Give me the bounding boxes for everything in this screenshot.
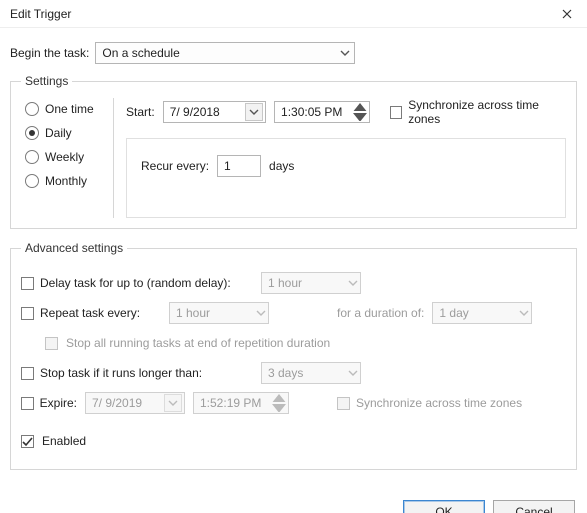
- chevron-down-icon: [353, 113, 367, 122]
- radio-label: Daily: [45, 126, 72, 140]
- begin-task-label: Begin the task:: [10, 46, 89, 60]
- schedule-radio-group: One time Daily Weekly Monthly: [21, 98, 113, 218]
- radio-daily[interactable]: Daily: [25, 126, 113, 140]
- start-date-input[interactable]: 7/ 9/2018: [163, 101, 266, 123]
- stop-running-label: Stop all running tasks at end of repetit…: [66, 336, 330, 350]
- recur-unit: days: [269, 159, 294, 173]
- chevron-down-icon: [272, 404, 286, 413]
- calendar-chevron-icon: [249, 107, 259, 117]
- cancel-button[interactable]: Cancel: [493, 500, 575, 513]
- stop-if-longer-label: Stop task if it runs longer than:: [40, 366, 202, 380]
- close-button[interactable]: [547, 0, 587, 28]
- duration-combo[interactable]: 1 day: [432, 302, 532, 324]
- time-spinner[interactable]: [353, 102, 367, 122]
- ok-label: OK: [435, 505, 452, 513]
- radio-one-time[interactable]: One time: [25, 102, 113, 116]
- radio-icon: [25, 174, 39, 188]
- start-date-value: 7/ 9/2018: [170, 105, 220, 119]
- repeat-task-value: 1 hour: [176, 306, 210, 320]
- radio-weekly[interactable]: Weekly: [25, 150, 113, 164]
- radio-icon: [25, 126, 39, 140]
- chevron-down-icon: [519, 308, 529, 318]
- repeat-task-checkbox[interactable]: [21, 307, 34, 320]
- delay-task-value: 1 hour: [268, 276, 302, 290]
- radio-monthly[interactable]: Monthly: [25, 174, 113, 188]
- settings-group: Settings One time Daily Weekly: [10, 74, 577, 229]
- repeat-task-label: Repeat task every:: [40, 306, 140, 320]
- chevron-down-icon: [340, 48, 350, 58]
- advanced-legend: Advanced settings: [21, 241, 127, 255]
- divider: [113, 98, 114, 218]
- repeat-task-combo[interactable]: 1 hour: [169, 302, 269, 324]
- expire-time-value: 1:52:19 PM: [200, 396, 261, 410]
- expire-sync-checkbox: [337, 397, 350, 410]
- chevron-up-icon: [353, 103, 367, 112]
- duration-value: 1 day: [439, 306, 468, 320]
- sync-timezones-label: Synchronize across time zones: [408, 98, 566, 126]
- begin-task-select[interactable]: On a schedule: [95, 42, 355, 64]
- start-time-input[interactable]: 1:30:05 PM: [274, 101, 370, 123]
- calendar-chevron-icon: [168, 398, 178, 408]
- expire-sync-label: Synchronize across time zones: [356, 396, 522, 410]
- chevron-down-icon: [348, 278, 358, 288]
- expire-time-input[interactable]: 1:52:19 PM: [193, 392, 289, 414]
- radio-label: Weekly: [45, 150, 84, 164]
- chevron-down-icon: [256, 308, 266, 318]
- recur-value: 1: [224, 159, 231, 173]
- window-title: Edit Trigger: [10, 7, 547, 21]
- expire-date-input[interactable]: 7/ 9/2019: [85, 392, 185, 414]
- cancel-label: Cancel: [515, 505, 552, 513]
- begin-task-value: On a schedule: [102, 46, 179, 60]
- stop-if-combo[interactable]: 3 days: [261, 362, 361, 384]
- start-time-value: 1:30:05 PM: [281, 105, 342, 119]
- delay-task-label: Delay task for up to (random delay):: [40, 276, 231, 290]
- date-picker-button[interactable]: [245, 103, 263, 121]
- stop-if-longer-checkbox[interactable]: [21, 367, 34, 380]
- start-label: Start:: [126, 105, 155, 119]
- radio-label: One time: [45, 102, 94, 116]
- recur-every-input[interactable]: 1: [217, 155, 261, 177]
- duration-label: for a duration of:: [337, 306, 424, 320]
- recurrence-box: Recur every: 1 days: [126, 138, 566, 218]
- time-spinner[interactable]: [272, 393, 286, 413]
- radio-label: Monthly: [45, 174, 87, 188]
- delay-task-combo[interactable]: 1 hour: [261, 272, 361, 294]
- date-picker-button[interactable]: [164, 394, 182, 412]
- ok-button[interactable]: OK: [403, 500, 485, 513]
- recur-label: Recur every:: [141, 159, 209, 173]
- enabled-label: Enabled: [42, 434, 86, 448]
- stop-if-value: 3 days: [268, 366, 303, 380]
- delay-task-checkbox[interactable]: [21, 277, 34, 290]
- settings-legend: Settings: [21, 74, 72, 88]
- expire-checkbox[interactable]: [21, 397, 34, 410]
- radio-icon: [25, 102, 39, 116]
- sync-timezones-checkbox[interactable]: [390, 106, 402, 119]
- chevron-down-icon: [348, 368, 358, 378]
- stop-running-checkbox: [45, 337, 58, 350]
- radio-icon: [25, 150, 39, 164]
- enabled-checkbox[interactable]: [21, 435, 34, 448]
- expire-date-value: 7/ 9/2019: [92, 396, 142, 410]
- expire-label: Expire:: [40, 396, 77, 410]
- close-icon: [562, 9, 572, 19]
- chevron-up-icon: [272, 394, 286, 403]
- advanced-settings-group: Advanced settings Delay task for up to (…: [10, 241, 577, 470]
